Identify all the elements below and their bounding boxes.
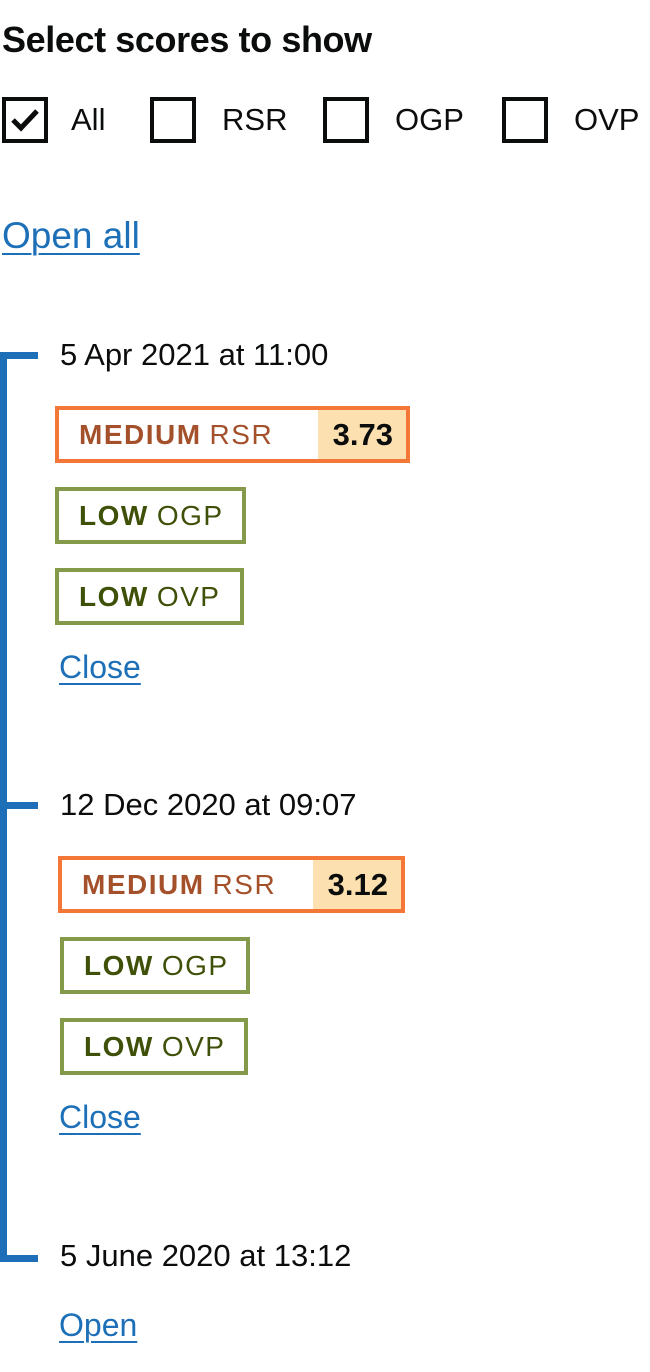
ogp-level: LOW <box>79 499 149 531</box>
timeline-marker <box>0 1255 38 1262</box>
checkbox-box[interactable] <box>150 97 196 143</box>
filter-ogp-label: OGP <box>395 102 464 137</box>
check-icon <box>11 109 39 132</box>
ogp-level: LOW <box>84 949 154 981</box>
ogp-badge-label: LOW OGP <box>64 941 249 990</box>
ovp-badge-label: LOW OVP <box>64 1022 245 1071</box>
close-link[interactable]: Close <box>59 1099 141 1136</box>
checkbox-box[interactable] <box>323 97 369 143</box>
open-link[interactable]: Open <box>59 1307 137 1344</box>
ovp-score-badge: LOW OVP <box>55 568 244 625</box>
rsr-score-badge: MEDIUM RSR 3.73 <box>55 406 410 463</box>
filter-rsr-checkbox[interactable]: RSR <box>150 93 287 147</box>
ovp-name: OVP <box>161 1030 226 1062</box>
ovp-badge-label: LOW OVP <box>59 572 240 621</box>
filter-ovp-label: OVP <box>574 102 640 137</box>
page-title: Select scores to show <box>2 19 372 60</box>
rsr-badge-label: MEDIUM RSR <box>62 860 313 909</box>
close-link[interactable]: Close <box>59 649 141 686</box>
timeline-date: 5 Apr 2021 at 11:00 <box>60 337 329 372</box>
filter-ogp-checkbox[interactable]: OGP <box>323 93 464 147</box>
checkbox-box[interactable] <box>2 97 48 143</box>
rsr-score-value: 3.12 <box>312 860 401 909</box>
score-filter-group: All RSR OGP OVP <box>0 93 650 147</box>
ogp-score-badge: LOW OGP <box>55 487 246 544</box>
ogp-score-badge: LOW OGP <box>60 937 250 994</box>
timeline-marker <box>0 352 38 359</box>
filter-all-checkbox[interactable]: All <box>2 93 105 147</box>
timeline-date: 12 Dec 2020 at 09:07 <box>60 787 357 822</box>
filter-ovp-checkbox[interactable]: OVP <box>502 93 639 147</box>
ogp-badge-label: LOW OGP <box>59 491 244 540</box>
rsr-score-value: 3.73 <box>317 410 406 459</box>
rsr-badge-label: MEDIUM RSR <box>59 410 318 459</box>
ogp-name: OGP <box>156 499 224 531</box>
rsr-level: MEDIUM <box>79 418 202 450</box>
checkbox-box[interactable] <box>502 97 548 143</box>
ovp-score-badge: LOW OVP <box>60 1018 248 1075</box>
rsr-name: RSR <box>212 868 277 900</box>
rsr-level: MEDIUM <box>82 868 205 900</box>
ovp-name: OVP <box>156 580 221 612</box>
ovp-level: LOW <box>79 580 149 612</box>
timeline-marker <box>0 802 38 809</box>
open-all-link[interactable]: Open all <box>2 215 140 257</box>
rsr-name: RSR <box>209 418 274 450</box>
rsr-score-badge: MEDIUM RSR 3.12 <box>58 856 405 913</box>
filter-all-label: All <box>71 102 106 137</box>
ovp-level: LOW <box>84 1030 154 1062</box>
filter-rsr-label: RSR <box>222 102 288 137</box>
ogp-name: OGP <box>161 949 229 981</box>
timeline-date: 5 June 2020 at 13:12 <box>60 1238 352 1273</box>
